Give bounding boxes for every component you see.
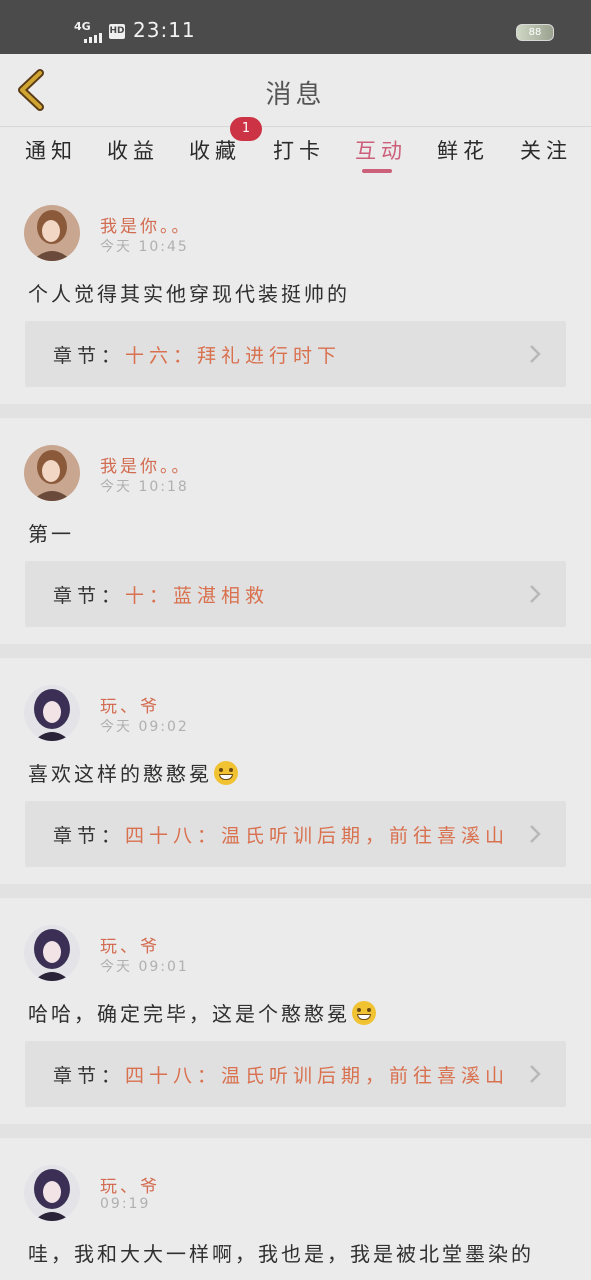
chevron-right-icon (530, 345, 541, 363)
nav-bar: 消息 (0, 54, 591, 126)
comment-text: 哇，我和大大一样啊，我也是，我是被北堂墨染的 (28, 1242, 534, 1266)
battery-level: 88 (528, 27, 542, 38)
username[interactable]: 玩、爷 (100, 932, 160, 957)
chapter-title: 四十八：温氏听训后期，前往喜溪山 (125, 1065, 510, 1087)
tab-bar: 通知 收益 收藏 打卡 互动 鲜花 关注 (0, 126, 591, 178)
chapter-link[interactable]: 章节： 四十八：温氏听训后期，前往喜溪山 (25, 801, 566, 867)
avatar[interactable] (24, 925, 80, 981)
divider (0, 404, 591, 418)
username[interactable]: 玩、爷 (100, 1172, 160, 1197)
chapter-title: 十：蓝湛相救 (125, 585, 270, 607)
page-title: 消息 (265, 80, 326, 110)
battery-icon: 88 (516, 24, 554, 41)
timestamp: 今天 09:02 (100, 719, 189, 735)
comment-text: 个人觉得其实他穿现代装挺帅的 (28, 282, 350, 306)
chapter-label: 章节： (53, 825, 126, 847)
signal-icon (82, 29, 104, 43)
tab-flowers[interactable]: 鲜花 (437, 135, 489, 165)
grin-emoji-icon (214, 761, 238, 785)
chevron-right-icon (530, 1065, 541, 1083)
tab-interactions[interactable]: 互动 (355, 135, 407, 165)
chapter-link[interactable]: 章节： 四十八：温氏听训后期，前往喜溪山 (25, 1041, 566, 1107)
chevron-right-icon (530, 825, 541, 843)
comment-text: 哈哈，确定完毕，这是个憨憨冕 (28, 1002, 350, 1026)
comment: 喜欢这样的憨憨冕 (28, 758, 238, 787)
chapter-title: 四十八：温氏听训后期，前往喜溪山 (125, 825, 510, 847)
message-card: 我是你。。 今天 10:18 第一 章节： 十：蓝湛相救 (0, 418, 591, 644)
chapter-label: 章节： (53, 345, 126, 367)
avatar[interactable] (24, 685, 80, 741)
divider (0, 1124, 591, 1138)
clock: 23:11 (133, 18, 196, 42)
tab-earnings[interactable]: 收益 (107, 135, 159, 165)
tab-following[interactable]: 关注 (520, 135, 572, 165)
favorites-badge: 1 (230, 117, 262, 141)
message-card: 玩、爷 今天 09:02 喜欢这样的憨憨冕 章节： 四十八：温氏听训后期，前往喜… (0, 658, 591, 884)
chapter-link[interactable]: 章节： 十六：拜礼进行时下 (25, 321, 566, 387)
message-card: 玩、爷 09:19 哇，我和大大一样啊，我也是，我是被北堂墨染的 (0, 1138, 591, 1280)
timestamp: 今天 10:45 (100, 239, 189, 255)
comment: 哈哈，确定完毕，这是个憨憨冕 (28, 998, 376, 1027)
chapter-label: 章节： (53, 1065, 126, 1087)
chevron-right-icon (530, 585, 541, 603)
timestamp: 今天 09:01 (100, 959, 189, 975)
avatar[interactable] (24, 205, 80, 261)
comment-text: 喜欢这样的憨憨冕 (28, 762, 212, 786)
username[interactable]: 我是你。。 (100, 212, 192, 237)
username[interactable]: 我是你。。 (100, 452, 192, 477)
username[interactable]: 玩、爷 (100, 692, 160, 717)
comment-text: 第一 (28, 522, 74, 546)
timestamp: 09:19 (100, 1196, 151, 1212)
active-tab-indicator (362, 169, 392, 173)
chapter-link[interactable]: 章节： 十：蓝湛相救 (25, 561, 566, 627)
laugh-emoji-icon (352, 1001, 376, 1025)
tab-notifications[interactable]: 通知 (25, 135, 77, 165)
chapter-label: 章节： (53, 585, 126, 607)
chapter-title: 十六：拜礼进行时下 (125, 345, 342, 367)
divider (0, 644, 591, 658)
tab-checkin[interactable]: 打卡 (273, 135, 325, 165)
divider (0, 884, 591, 898)
hd-icon: HD (109, 24, 125, 39)
message-card: 我是你。。 今天 10:45 个人觉得其实他穿现代装挺帅的 章节： 十六：拜礼进… (0, 178, 591, 404)
tab-favorites[interactable]: 收藏 (189, 135, 241, 165)
avatar[interactable] (24, 1165, 80, 1221)
timestamp: 今天 10:18 (100, 479, 189, 495)
status-bar: 4G HD 23:11 88 (0, 0, 591, 54)
avatar[interactable] (24, 445, 80, 501)
message-card: 玩、爷 今天 09:01 哈哈，确定完毕，这是个憨憨冕 章节： 四十八：温氏听训… (0, 898, 591, 1124)
